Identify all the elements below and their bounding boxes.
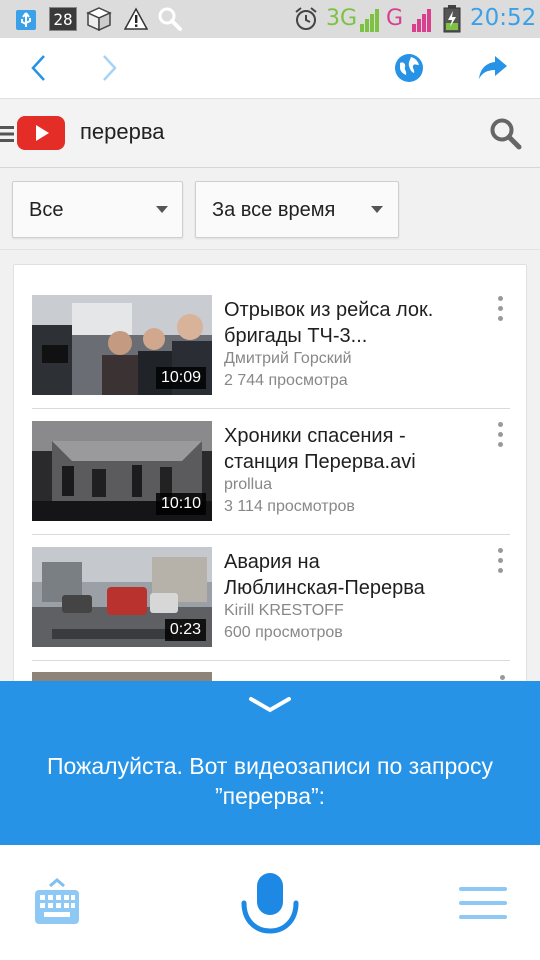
video-item[interactable]: 0:23 Авария на Люблинская-Перерва Kirill… [32, 547, 510, 665]
forward-button[interactable] [84, 38, 134, 98]
overflow-menu-icon[interactable] [500, 675, 505, 680]
signal-icon [360, 9, 379, 32]
chevron-right-icon [103, 55, 117, 81]
box-icon [86, 7, 112, 32]
battery-charging-icon [443, 5, 461, 33]
video-views: 3 114 просмотров [224, 498, 355, 515]
video-title[interactable]: Авария на Люблинская-Перерва [224, 549, 444, 601]
video-title[interactable]: Отрывок из рейса лок. бригады ТЧ-3... [224, 297, 444, 349]
type-filter-label: Все [29, 199, 64, 221]
video-duration: 10:09 [155, 367, 206, 389]
network-g-label: G [386, 6, 404, 31]
bottom-bar [0, 845, 540, 960]
divider [32, 534, 510, 535]
alarm-icon [295, 7, 317, 30]
video-views: 2 744 просмотра [224, 372, 348, 389]
search-icon[interactable] [489, 117, 523, 151]
video-duration: 10:10 [155, 493, 206, 515]
share-button[interactable] [468, 38, 518, 98]
video-item[interactable]: 10:10 Хроники спасения - станция Перерва… [32, 421, 510, 539]
chevron-down-icon [156, 206, 168, 213]
overflow-menu-icon[interactable] [492, 547, 508, 577]
network-type-label: 3G [326, 6, 358, 31]
search-icon [158, 7, 182, 31]
globe-icon [395, 54, 423, 82]
youtube-logo-icon[interactable] [17, 116, 65, 150]
overflow-menu-icon[interactable] [492, 421, 508, 451]
video-title[interactable]: Хроники спасения - станция Перерва.avi [224, 423, 444, 475]
menu-icon[interactable] [0, 124, 14, 144]
menu-icon[interactable] [459, 887, 507, 919]
overflow-menu-icon[interactable] [492, 295, 508, 325]
microphone-icon[interactable] [238, 871, 302, 937]
chevron-down-icon [371, 206, 383, 213]
back-button[interactable] [14, 38, 64, 98]
chevron-left-icon [31, 55, 45, 81]
divider [32, 660, 510, 661]
collapse-chevron-icon[interactable] [248, 695, 292, 715]
search-query[interactable]: перерва [80, 119, 165, 145]
filter-row: Все За все время [0, 168, 540, 250]
usb-icon [16, 10, 36, 30]
assistant-message: Пожалуйста. Вот видеозаписи по запросу ”… [46, 753, 494, 809]
divider [32, 408, 510, 409]
video-channel: Дмитрий Горский [224, 350, 352, 367]
warning-icon [124, 7, 148, 30]
video-item-partial[interactable] [32, 672, 212, 681]
period-filter-dropdown[interactable]: За все время [195, 181, 399, 238]
youtube-header: перерва [0, 98, 540, 168]
status-bar: 28 3G G 20:52 [0, 0, 540, 38]
assistant-panel: Пожалуйста. Вот видеозаписи по запросу ”… [0, 681, 540, 845]
video-thumbnail[interactable]: 10:10 [32, 421, 212, 521]
status-time: 20:52 [470, 5, 537, 31]
open-in-browser-button[interactable] [384, 38, 434, 98]
signal-icon [412, 9, 431, 32]
video-channel: prollua [224, 476, 273, 493]
video-channel: Kirill KRESTOFF [224, 602, 344, 619]
type-filter-dropdown[interactable]: Все [12, 181, 183, 238]
video-views: 600 просмотров [224, 624, 343, 641]
video-item[interactable]: 10:09 Отрывок из рейса лок. бригады ТЧ-3… [32, 295, 510, 413]
video-thumbnail[interactable]: 10:09 [32, 295, 212, 395]
video-duration: 0:23 [164, 619, 206, 641]
browser-toolbar [0, 38, 540, 98]
period-filter-label: За все время [212, 199, 336, 221]
keyboard-icon[interactable] [34, 878, 80, 926]
share-arrow-icon [479, 56, 507, 79]
notification-count-badge: 28 [49, 7, 77, 31]
video-thumbnail[interactable]: 0:23 [32, 547, 212, 647]
